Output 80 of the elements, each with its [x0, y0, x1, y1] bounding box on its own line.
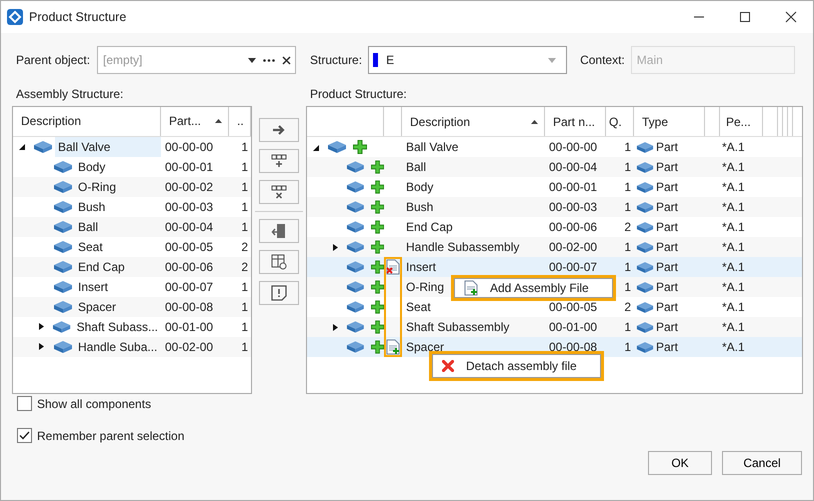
description: Seat	[405, 299, 431, 316]
description: Handle Subassembly	[405, 239, 520, 256]
description: End Cap	[405, 219, 453, 236]
type-text: Part	[656, 259, 678, 276]
quantity: 1	[240, 218, 249, 236]
quantity: 1	[623, 179, 632, 196]
part-number: 00-00-00	[164, 138, 214, 156]
type-text: Part	[656, 319, 678, 336]
quantity: 1	[623, 139, 632, 156]
parent-object-label: Parent object:	[16, 53, 90, 67]
part-number: 00-00-04	[548, 159, 598, 176]
part-number: 00-00-06	[548, 219, 598, 236]
quantity: 1	[240, 298, 249, 316]
quantity: 1	[240, 178, 249, 196]
revision: *A.1	[721, 139, 745, 156]
type-text: Part	[656, 179, 678, 196]
part-number: 00-01-00	[164, 318, 214, 336]
quantity: 1	[240, 278, 249, 296]
quantity: 1	[240, 158, 249, 176]
part-number: 00-00-01	[164, 158, 214, 176]
part-number: 00-00-02	[164, 178, 214, 196]
quantity: 2	[623, 299, 632, 316]
description: Bush	[405, 199, 434, 216]
revision: *A.1	[721, 199, 745, 216]
part-number: 00-00-01	[548, 179, 598, 196]
type-text: Part	[656, 239, 678, 256]
part-number: 00-00-03	[164, 198, 214, 216]
part-number: 00-00-07	[548, 259, 598, 276]
revision: *A.1	[721, 319, 745, 336]
part-number: 00-00-08	[164, 298, 214, 316]
part-number: 00-00-07	[164, 278, 214, 296]
part-number: 00-02-00	[548, 239, 598, 256]
type-text: Part	[656, 219, 678, 236]
part-number: 00-00-06	[164, 258, 214, 276]
quantity: 1	[623, 199, 632, 216]
part-number: 00-00-05	[548, 299, 598, 316]
revision: *A.1	[721, 299, 745, 316]
part-number: 00-00-00	[548, 139, 598, 156]
description: Ball Valve	[405, 139, 458, 156]
part-number: 00-02-00	[164, 338, 214, 356]
context-label: Context:	[580, 53, 625, 67]
part-number: 00-00-05	[164, 238, 214, 256]
quantity: 1	[240, 338, 249, 356]
quantity: 1	[623, 319, 632, 336]
type-text: Part	[656, 279, 678, 296]
part-number: 00-00-03	[548, 199, 598, 216]
revision: *A.1	[721, 339, 745, 356]
type-text: Part	[656, 139, 678, 156]
product-structure-label: Product Structure:	[309, 87, 408, 103]
quantity: 1	[623, 279, 632, 296]
assembly-structure-label: Assembly Structure:	[15, 87, 124, 103]
quantity: 1	[623, 239, 632, 256]
revision: *A.1	[721, 259, 745, 276]
quantity: 1	[623, 159, 632, 176]
quantity: 1	[240, 318, 249, 336]
part-number: 00-01-00	[548, 319, 598, 336]
description: Body	[405, 179, 434, 196]
quantity: 1	[240, 198, 249, 216]
part-number: 00-00-04	[164, 218, 214, 236]
type-text: Part	[656, 299, 678, 316]
description: Ball	[405, 159, 426, 176]
revision: *A.1	[721, 219, 745, 236]
quantity: 1	[240, 138, 249, 156]
revision: *A.1	[721, 279, 745, 296]
type-text: Part	[656, 159, 678, 176]
quantity: 1	[623, 339, 632, 356]
revision: *A.1	[721, 179, 745, 196]
revision: *A.1	[721, 239, 745, 256]
quantity: 2	[623, 219, 632, 236]
description: Shaft Subassembly	[405, 319, 510, 336]
type-text: Part	[656, 339, 678, 356]
structure-label: Structure:	[310, 53, 362, 67]
window-title: Product Structure	[29, 10, 126, 24]
quantity: 1	[623, 259, 632, 276]
description: O-Ring	[405, 279, 444, 296]
quantity: 2	[240, 258, 249, 276]
revision: *A.1	[721, 159, 745, 176]
type-text: Part	[656, 199, 678, 216]
description: Insert	[405, 259, 436, 276]
quantity: 2	[240, 238, 249, 256]
